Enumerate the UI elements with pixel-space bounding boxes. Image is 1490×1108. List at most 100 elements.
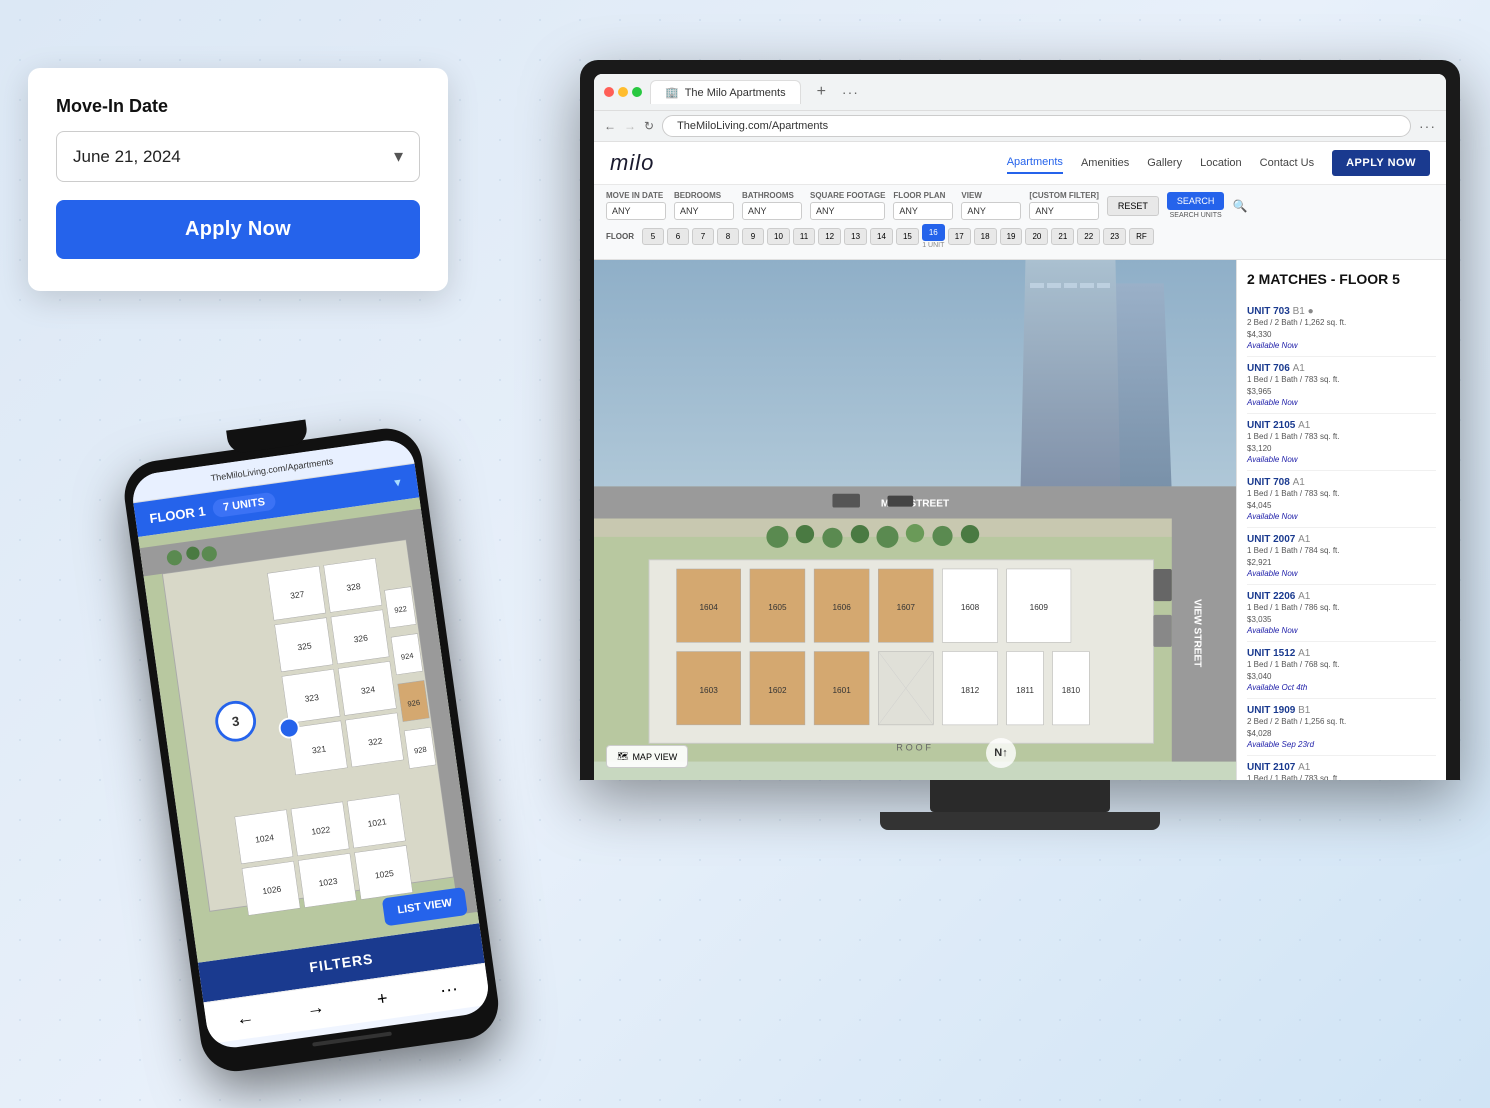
back-button[interactable]: ← <box>604 119 616 133</box>
unit-details-1909: 2 Bed / 2 Bath / 1,256 sq. ft. <box>1247 716 1436 728</box>
search-button[interactable]: SEARCH <box>1167 192 1225 210</box>
floor-button-19[interactable]: 19 <box>1000 228 1023 245</box>
apply-now-button[interactable]: Apply Now <box>56 200 420 259</box>
floor-button-7[interactable]: 7 <box>692 228 714 245</box>
floor-button-5[interactable]: 5 <box>642 228 664 245</box>
floor-button-12[interactable]: 12 <box>818 228 841 245</box>
search-icon[interactable]: 🔍 <box>1232 199 1247 213</box>
nav-location[interactable]: Location <box>1200 153 1242 173</box>
unit-listing-2107[interactable]: UNIT 2107 A1 1 Bed / 1 Bath / 783 sq. ft… <box>1247 756 1436 780</box>
floor-button-rf[interactable]: RF <box>1129 228 1154 245</box>
nav-apartments[interactable]: Apartments <box>1007 152 1063 174</box>
phone-map-area: 327 328 325 326 323 324 321 322 <box>138 497 479 962</box>
floor-button-22[interactable]: 22 <box>1077 228 1100 245</box>
unit-listing-2105[interactable]: UNIT 2105 A1 1 Bed / 1 Bath / 783 sq. ft… <box>1247 414 1436 471</box>
phone-add-icon[interactable]: + <box>376 988 389 1010</box>
svg-text:1812: 1812 <box>961 686 980 695</box>
move-in-date-label: Move-In Date <box>56 96 420 117</box>
unit-details-2206: 1 Bed / 1 Bath / 786 sq. ft. <box>1247 602 1436 614</box>
apply-now-nav-button[interactable]: APPLY NOW <box>1332 150 1430 176</box>
new-tab-button[interactable]: + <box>809 83 834 101</box>
map-view-button[interactable]: 🗺 MAP VIEW <box>606 745 688 768</box>
nav-gallery[interactable]: Gallery <box>1147 153 1182 173</box>
bedrooms-select[interactable]: ANY <box>674 202 734 220</box>
unit-listing-708[interactable]: UNIT 708 A1 1 Bed / 1 Bath / 783 sq. ft.… <box>1247 471 1436 528</box>
floor-button-14[interactable]: 14 <box>870 228 893 245</box>
address-input[interactable] <box>662 115 1411 137</box>
nav-amenities[interactable]: Amenities <box>1081 153 1129 173</box>
browser-tab[interactable]: 🏢 The Milo Apartments <box>650 80 801 104</box>
unit-price-2105: $3,120 <box>1247 443 1436 455</box>
svg-text:1605: 1605 <box>768 603 787 612</box>
floor-plan-filter-label: FLOOR PLAN <box>893 191 953 200</box>
view-select[interactable]: ANY <box>961 202 1021 220</box>
close-window-button[interactable] <box>604 87 614 97</box>
sqft-select[interactable]: ANY <box>810 202 885 220</box>
date-dropdown[interactable]: June 21, 2024 ▾ <box>56 131 420 182</box>
unit-number-2105: UNIT 2105 A1 <box>1247 420 1436 431</box>
svg-text:1811: 1811 <box>1016 686 1034 695</box>
monitor-screen: 🏢 The Milo Apartments + ··· ← → ↻ ··· mi… <box>594 74 1446 780</box>
svg-text:926: 926 <box>407 698 421 709</box>
browser-menu-icon[interactable]: ··· <box>842 84 859 100</box>
refresh-button[interactable]: ↻ <box>644 119 654 133</box>
view-filter: VIEW ANY <box>961 191 1021 220</box>
floor-button-13[interactable]: 13 <box>844 228 867 245</box>
floor-button-21[interactable]: 21 <box>1051 228 1074 245</box>
bathrooms-select[interactable]: ANY <box>742 202 802 220</box>
floor-button-20[interactable]: 20 <box>1025 228 1048 245</box>
phone-forward-arrow[interactable]: → <box>305 997 326 1020</box>
custom-filter-select[interactable]: ANY <box>1029 202 1098 220</box>
svg-text:1606: 1606 <box>832 603 851 612</box>
floor-button-17[interactable]: 17 <box>948 228 971 245</box>
floor-button-8[interactable]: 8 <box>717 228 739 245</box>
unit-number-703: UNIT 703 B1 ● <box>1247 306 1436 317</box>
unit-listing-703[interactable]: UNIT 703 B1 ● 2 Bed / 2 Bath / 1,262 sq.… <box>1247 300 1436 357</box>
custom-filter-label: [CUSTOM FILTER] <box>1029 191 1098 200</box>
floor-plan-select[interactable]: ANY <box>893 202 953 220</box>
floor-button-10[interactable]: 10 <box>767 228 790 245</box>
unit-number-2007: UNIT 2007 A1 <box>1247 534 1436 545</box>
sqft-filter: SQUARE FOOTAGE ANY <box>810 191 885 220</box>
move-in-date-select[interactable]: ANY <box>606 202 666 220</box>
floor-button-9[interactable]: 9 <box>742 228 764 245</box>
floor-button-16[interactable]: 16 <box>922 224 945 241</box>
move-in-date-filter: MOVE IN DATE ANY <box>606 191 666 220</box>
unit-number-2206: UNIT 2206 A1 <box>1247 591 1436 602</box>
monitor-stand <box>930 780 1110 812</box>
floor-button-6[interactable]: 6 <box>667 228 689 245</box>
tab-title: The Milo Apartments <box>685 87 786 99</box>
svg-text:924: 924 <box>400 651 414 662</box>
unit-listing-1909[interactable]: UNIT 1909 B1 2 Bed / 2 Bath / 1,256 sq. … <box>1247 699 1436 756</box>
unit-details-706: 1 Bed / 1 Bath / 783 sq. ft. <box>1247 374 1436 386</box>
phone-menu-dots[interactable]: ··· <box>439 978 460 1001</box>
filters-label: FILTERS <box>308 950 374 975</box>
browser-more-options[interactable]: ··· <box>1419 118 1436 134</box>
floor-button-15[interactable]: 15 <box>896 228 919 245</box>
svg-text:1601: 1601 <box>832 686 851 695</box>
maximize-window-button[interactable] <box>632 87 642 97</box>
unit-listing-706[interactable]: UNIT 706 A1 1 Bed / 1 Bath / 783 sq. ft.… <box>1247 357 1436 414</box>
unit-listing-1512[interactable]: UNIT 1512 A1 1 Bed / 1 Bath / 768 sq. ft… <box>1247 642 1436 699</box>
floor-button-18[interactable]: 18 <box>974 228 997 245</box>
filter-bar: MOVE IN DATE ANY BEDROOMS ANY <box>594 185 1446 260</box>
unit-number-1909: UNIT 1909 B1 <box>1247 705 1436 716</box>
reset-button[interactable]: RESET <box>1107 196 1159 216</box>
forward-button[interactable]: → <box>624 119 636 133</box>
unit-listing-2007[interactable]: UNIT 2007 A1 1 Bed / 1 Bath / 784 sq. ft… <box>1247 528 1436 585</box>
nav-contact[interactable]: Contact Us <box>1260 153 1314 173</box>
site-header: milo Apartments Amenities Gallery Locati… <box>594 142 1446 185</box>
unit-avail-1512: Available Oct 4th <box>1247 683 1436 692</box>
unit-listing-2206[interactable]: UNIT 2206 A1 1 Bed / 1 Bath / 786 sq. ft… <box>1247 585 1436 642</box>
unit-details-2007: 1 Bed / 1 Bath / 784 sq. ft. <box>1247 545 1436 557</box>
minimize-window-button[interactable] <box>618 87 628 97</box>
phone-back-arrow[interactable]: ← <box>235 1007 256 1030</box>
results-panel: 2 MATCHES - FLOOR 5 UNIT 703 B1 ● 2 Bed … <box>1236 260 1446 780</box>
floor-button-23[interactable]: 23 <box>1103 228 1126 245</box>
results-header: 2 MATCHES - FLOOR 5 <box>1247 270 1436 288</box>
unit-details-2107: 1 Bed / 1 Bath / 783 sq. ft. <box>1247 773 1436 780</box>
phone-body: TheMiloLiving.com/Apartments FLOOR 1 7 U… <box>120 424 503 1076</box>
floor-button-11[interactable]: 11 <box>793 228 815 245</box>
custom-filter: [CUSTOM FILTER] ANY <box>1029 191 1098 220</box>
mobile-phone: TheMiloLiving.com/Apartments FLOOR 1 7 U… <box>117 404 503 1076</box>
